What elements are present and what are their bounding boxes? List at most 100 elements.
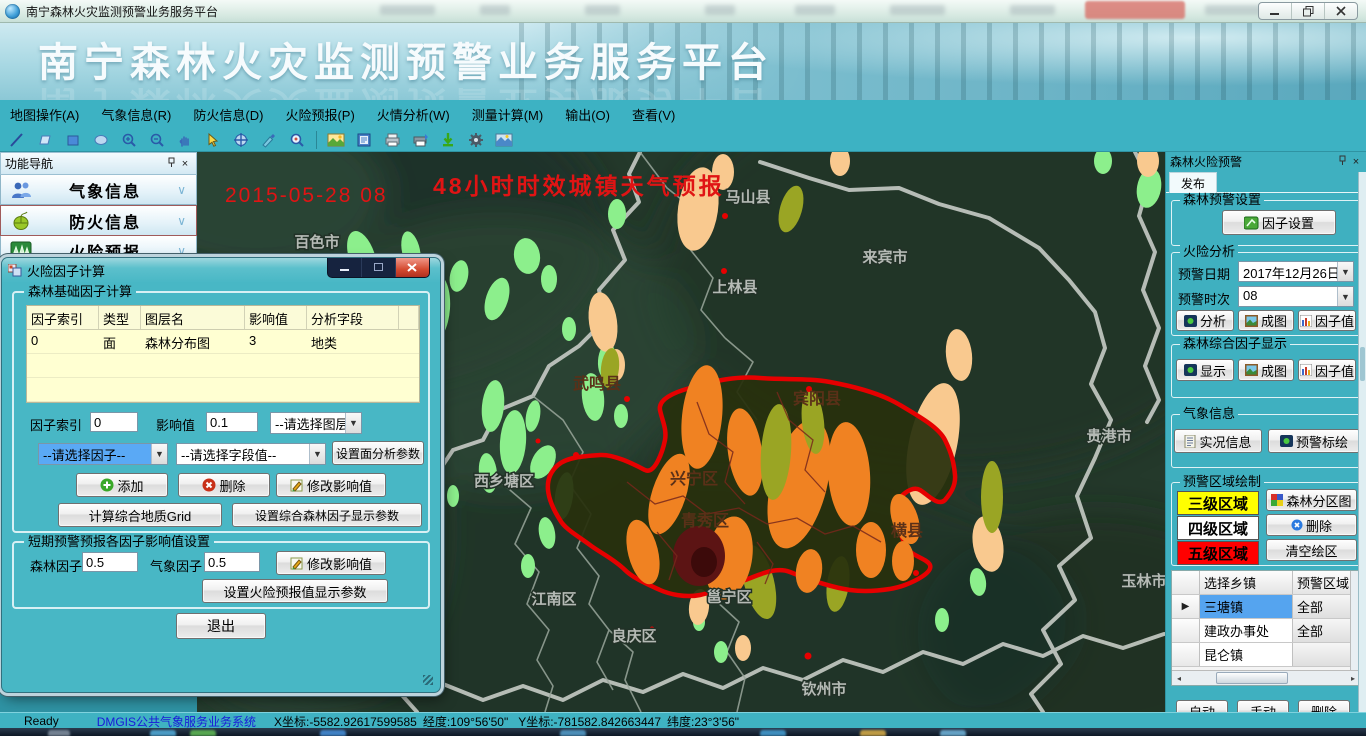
table-row[interactable]: 昆仑镇	[1172, 643, 1360, 667]
zoom-out-icon[interactable]	[146, 130, 168, 150]
menu-fire-risk-forecast[interactable]: 火险预报(P)	[285, 105, 354, 124]
auto-button[interactable]: 自动	[1176, 700, 1228, 712]
dialog-close-button[interactable]	[396, 258, 429, 277]
add-button[interactable]: 添加	[76, 473, 168, 497]
toolbar-separator	[316, 131, 317, 149]
select-arrow-icon[interactable]	[202, 130, 224, 150]
line-tool-icon[interactable]	[6, 130, 28, 150]
menu-measurement[interactable]: 测量计算(M)	[472, 105, 544, 124]
calc-composite-grid-button[interactable]: 计算综合地质Grid	[58, 503, 222, 527]
minimize-button[interactable]	[1259, 3, 1292, 19]
close-panel-icon[interactable]: ×	[178, 158, 192, 170]
weather-factor-label: 气象因子	[150, 556, 202, 575]
windows-taskbar[interactable]	[0, 728, 1366, 736]
warning-date-select[interactable]: 2017年12月26日▼	[1238, 261, 1354, 282]
sidebar-item-weather-info[interactable]: 气象信息 ∨	[0, 175, 197, 205]
delete-area-button[interactable]: 删除	[1266, 514, 1357, 536]
sidebar-item-fireproof-info[interactable]: 防火信息 ∨	[0, 205, 197, 236]
level4-area-swatch[interactable]: 四级区域	[1177, 516, 1259, 540]
manual-button[interactable]: 手动	[1237, 700, 1289, 712]
warning-time-select[interactable]: 08▼	[1238, 286, 1354, 307]
dialog-title-bar[interactable]: 火险因子计算	[2, 258, 440, 283]
full-extent-icon[interactable]	[230, 130, 252, 150]
table-horizontal-scrollbar[interactable]: ◂ ▸	[1172, 670, 1360, 685]
identify-brush-icon[interactable]	[258, 130, 280, 150]
dialog-maximize-button[interactable]	[362, 258, 396, 277]
town-table-actions: 自动 手动 删除	[1166, 700, 1366, 712]
menu-map-operations[interactable]: 地图操作(A)	[10, 105, 79, 124]
show-button[interactable]: 显示	[1176, 359, 1234, 381]
dialog-minimize-button[interactable]	[328, 258, 362, 277]
download-arrow-icon[interactable]	[437, 130, 459, 150]
settings-gear-icon[interactable]	[465, 130, 487, 150]
level5-area-swatch[interactable]: 五级区域	[1177, 541, 1259, 565]
make-map-button[interactable]: 成图	[1238, 359, 1294, 381]
group-title: 火险分析	[1180, 245, 1238, 259]
toolbar	[0, 128, 1366, 152]
print-icon[interactable]	[381, 130, 403, 150]
level3-area-swatch[interactable]: 三级区域	[1177, 491, 1259, 515]
fire-factor-dialog[interactable]: 火险因子计算 森林基础因子计算 因子索引 类型 图层名 影响值 分析字段	[2, 258, 440, 692]
factor-value-button[interactable]: 因子值	[1298, 310, 1356, 331]
modify-impact-button[interactable]: 修改影响值	[276, 473, 386, 497]
image-viewer-icon[interactable]	[493, 130, 515, 150]
warning-plot-button[interactable]: 预警标绘	[1268, 429, 1360, 453]
composite-display-params-button[interactable]: 设置综合森林因子显示参数	[232, 503, 422, 527]
delete-button[interactable]: 删除	[178, 473, 270, 497]
menu-view[interactable]: 查看(V)	[632, 105, 675, 124]
make-map-button[interactable]: 成图	[1238, 310, 1294, 331]
zoom-in-icon[interactable]	[118, 130, 140, 150]
rectangle-tool-icon[interactable]	[62, 130, 84, 150]
analyze-button[interactable]: 分析	[1176, 310, 1234, 331]
exit-button[interactable]: 退出	[176, 613, 266, 639]
fire-display-params-button[interactable]: 设置火险预报值显示参数	[202, 579, 388, 603]
close-panel-icon[interactable]: ×	[1349, 156, 1363, 168]
ellipse-tool-icon[interactable]	[90, 130, 112, 150]
zoom-selection-icon[interactable]	[286, 130, 308, 150]
map-image-icon[interactable]	[325, 130, 347, 150]
factor-table-row[interactable]: 0 面 森林分布图 3 地类	[27, 330, 419, 353]
forest-factor-input[interactable]	[82, 552, 138, 572]
row-selector-arrow: ▶	[1172, 595, 1200, 618]
scrollbar-thumb[interactable]	[1216, 672, 1288, 684]
factor-table[interactable]: 因子索引 类型 图层名 影响值 分析字段 0 面 森林分布图 3 地类	[26, 305, 420, 403]
print-output-icon[interactable]	[409, 130, 431, 150]
column-header-town[interactable]: 选择乡镇	[1200, 571, 1293, 594]
restore-button[interactable]	[1292, 3, 1325, 19]
layer-select[interactable]: --请选择图层--▼	[270, 412, 362, 434]
modify-impact-button[interactable]: 修改影响值	[276, 551, 386, 575]
fire-warning-panel: 森林火险预警 × 发布 森林预警设置 因子设置 火险分析 预警日期 2017年1	[1165, 152, 1366, 712]
pin-icon[interactable]	[164, 157, 178, 171]
clear-drawing-button[interactable]: 清空绘区	[1266, 539, 1357, 561]
factor-index-input[interactable]	[90, 412, 138, 432]
factor-settings-icon	[1244, 216, 1259, 230]
polygon-tool-icon[interactable]	[34, 130, 56, 150]
field-value-select[interactable]: --请选择字段值--▼	[176, 443, 326, 465]
impact-value-input[interactable]	[206, 412, 258, 432]
menu-fire-analysis[interactable]: 火情分析(W)	[377, 105, 450, 124]
factor-settings-button[interactable]: 因子设置	[1222, 210, 1336, 235]
sidebar-item-label: 防火信息	[33, 209, 177, 233]
pan-hand-icon[interactable]	[174, 130, 196, 150]
weather-factor-input[interactable]	[204, 552, 260, 572]
status-longitude: 经度:109°56'50"	[423, 713, 508, 730]
factor-value-button[interactable]: 因子值	[1298, 359, 1356, 381]
forest-zone-map-button[interactable]: 森林分区图	[1266, 489, 1357, 511]
document-book-icon[interactable]	[353, 130, 375, 150]
table-row[interactable]: ▶ 三塘镇 全部	[1172, 595, 1360, 619]
live-info-button[interactable]: 实况信息	[1174, 429, 1262, 453]
tab-publish[interactable]: 发布	[1169, 172, 1217, 193]
table-row[interactable]: 建政办事处 全部	[1172, 619, 1360, 643]
panel-scrollbar[interactable]	[1358, 172, 1366, 712]
menu-weather-info[interactable]: 气象信息(R)	[101, 105, 171, 124]
close-button[interactable]	[1325, 3, 1357, 19]
factor-select[interactable]: --请选择因子--▼	[38, 443, 168, 465]
pin-icon[interactable]	[1335, 155, 1349, 169]
menu-fireproof-info[interactable]: 防火信息(D)	[193, 105, 263, 124]
menu-output[interactable]: 输出(O)	[565, 105, 610, 124]
resize-grip[interactable]	[423, 675, 433, 685]
surface-analysis-params-button[interactable]: 设置面分析参数	[332, 441, 424, 465]
delete-button[interactable]: 删除	[1298, 700, 1350, 712]
date-label: 预警日期	[1178, 264, 1230, 283]
scroll-left-arrow[interactable]: ◂	[1172, 674, 1186, 683]
